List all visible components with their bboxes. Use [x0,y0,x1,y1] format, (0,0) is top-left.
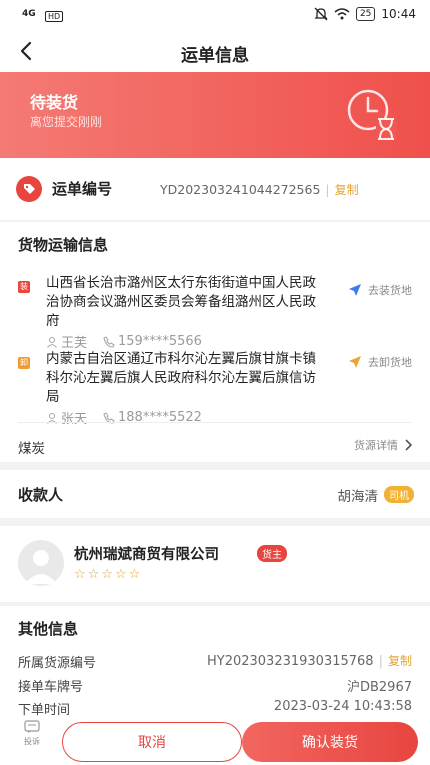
payee-name: 胡海清 [337,489,379,505]
payee-card: 收款人 胡海清 司机 [0,470,430,518]
go-unloading-button[interactable]: 去卸货地 [348,354,412,370]
shipper-badge: 货主 [257,545,287,562]
rating-stars: ☆☆☆☆☆ [74,567,143,582]
navigation-arrow-icon [349,356,361,368]
unloading-contact: 张天 188****5522 [46,408,202,427]
battery-indicator: 25 [355,7,376,21]
goods-detail-label: 货源详情 [354,439,398,452]
tag-icon [16,176,42,202]
shipper-name: 杭州瑞斌商贸有限公司 [74,547,219,563]
person-icon [47,336,57,348]
driver-badge: 司机 [384,486,414,503]
cancel-button[interactable]: 取消 [62,722,242,762]
order-number-label: 运单编号 [52,180,113,198]
unloading-address: 内蒙古自治区通辽市科尔沁左翼后旗甘旗卡镇科尔沁左翼后旗人民政府科尔沁左翼后旗信访… [46,351,316,405]
go-loading-button[interactable]: 去装货地 [348,282,412,298]
payee-label: 收款人 [18,486,64,504]
order-time-value: 2023-03-24 10:43:58 [273,699,412,714]
order-number: YD202303241044272565 [160,182,321,197]
separator: | [378,654,383,669]
go-loading-label: 去装货地 [368,284,412,297]
order-number-value: YD202303241044272565 | 复制 [160,181,359,198]
status-subtitle: 离您提交刚刚 [30,115,103,129]
status-banner: 待装货 离您提交刚刚 [0,72,430,158]
order-status: 待装货 [30,93,79,112]
loading-contact-phone[interactable]: 159****5566 [118,334,202,349]
go-unloading-label: 去卸货地 [368,356,412,369]
source-number-label: 所属货源编号 [18,656,97,671]
phone-icon [103,335,115,348]
complaint-label: 投诉 [24,737,40,746]
avatar [18,540,64,586]
unloading-contact-name: 张天 [61,412,88,427]
cargo-transport-card: 货物运输信息 装 山西省长治市潞州区太行东街街道中国人民政治协商会议潞州区委员会… [0,222,430,462]
plate-label: 接单车牌号 [18,680,84,695]
signal-indicator: 4G [22,9,36,19]
cargo-section-title: 货物运输信息 [18,236,109,254]
divider [18,422,412,423]
loading-contact-name: 王芙 [61,336,88,351]
bottom-action-bar: 投诉 取消 确认装货 [0,716,430,765]
wifi-icon [334,8,350,20]
loading-contact: 王芙 159****5566 [46,332,202,351]
loading-address: 山西省长治市潞州区太行东街街道中国人民政治协商会议潞州区委员会筹备组潞州区人民政… [46,275,316,329]
nav-bar: 运单信息 [0,30,430,72]
mute-icon [314,7,328,21]
chevron-right-icon [405,439,412,451]
navigation-arrow-icon [349,284,361,296]
status-bar: 4G HD 25 10:44 [0,0,430,30]
page-title: 运单信息 [181,46,249,66]
unloading-tag: 卸 [18,357,30,369]
copy-source-button[interactable]: 复制 [388,654,412,668]
copy-order-button[interactable]: 复制 [335,183,359,197]
goods-name: 煤炭 [18,441,45,457]
source-number: HY202303231930315768 [206,654,374,669]
clock-hourglass-icon [347,89,396,140]
other-info-card: 其他信息 所属货源编号 HY202303231930315768 | 复制 接单车牌… [0,606,430,718]
shipper-card: 杭州瑞斌商贸有限公司 货主 ☆☆☆☆☆ [0,526,430,602]
plate-value: 沪DB2967 [346,680,412,695]
confirm-loading-button[interactable]: 确认装货 [242,722,418,762]
source-number-value: HY202303231930315768 | 复制 [207,652,412,669]
clock: 10:44 [381,7,416,21]
goods-detail-link[interactable]: 货源详情 [354,437,412,453]
complaint-button[interactable]: 投诉 [18,720,46,747]
loading-tag: 装 [18,281,30,293]
separator: | [325,182,330,197]
order-number-card: 运单编号 YD202303241044272565 | 复制 [0,158,430,220]
complaint-icon [24,720,40,733]
hd-badge: HD [45,11,64,22]
other-info-title: 其他信息 [18,620,79,638]
